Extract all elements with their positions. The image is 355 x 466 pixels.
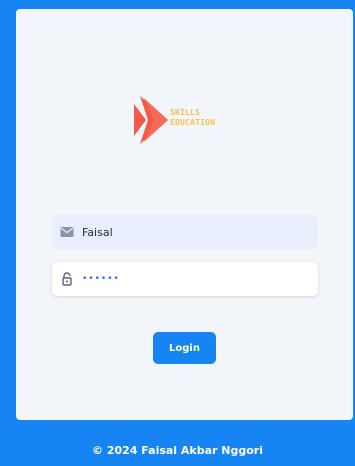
page-frame: SKILLS EDUCATION Login © 2024 Faisal Akb…	[0, 0, 355, 466]
username-field[interactable]	[52, 215, 318, 249]
login-button[interactable]: Login	[153, 332, 216, 364]
lock-icon	[62, 272, 72, 286]
brand-line-1: SKILLS	[170, 108, 201, 117]
envelope-icon	[60, 227, 74, 237]
brand-logo: SKILLS EDUCATION	[134, 94, 244, 146]
footer-copyright: © 2024 Faisal Akbar Nggori	[92, 444, 263, 457]
password-input[interactable]	[82, 262, 302, 296]
login-card: SKILLS EDUCATION Login	[16, 9, 353, 420]
brand-wordmark: SKILLS EDUCATION	[170, 108, 215, 128]
brand-line-2: EDUCATION	[170, 118, 216, 127]
play-chevron-logo-icon	[134, 96, 168, 144]
username-input[interactable]	[82, 215, 302, 249]
password-field[interactable]	[52, 262, 318, 296]
